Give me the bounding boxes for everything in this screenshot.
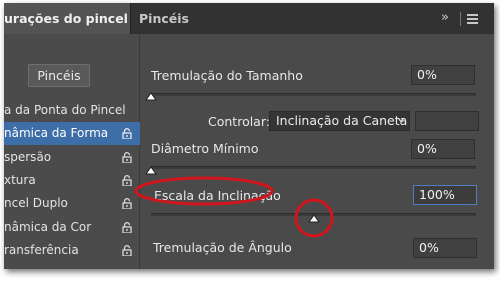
- sidebar: Pincéis a da Ponta do Pincel nâmica da F…: [4, 34, 140, 269]
- control-select[interactable]: Inclinação da Caneta: [269, 111, 410, 131]
- sidebar-item-texture[interactable]: xtura: [4, 169, 140, 192]
- angle-jitter-field[interactable]: 0%: [413, 238, 477, 258]
- tab-brushes[interactable]: Pincéis: [130, 3, 189, 34]
- sidebar-item-label: ncel Duplo: [4, 196, 68, 210]
- control-label: Controlar:: [208, 114, 270, 129]
- sidebar-item-brush-tip-shape[interactable]: a da Ponta do Pincel: [4, 99, 140, 122]
- chevron-down-icon: [397, 117, 405, 123]
- brush-settings-panel: urações do pincel Pincéis » Pincéis a da…: [4, 3, 494, 269]
- lock-icon[interactable]: [122, 175, 132, 186]
- tilt-scale-label: Escala da Inclinação: [154, 188, 281, 203]
- size-jitter-slider[interactable]: [151, 93, 476, 96]
- tab-divider: [460, 12, 461, 26]
- hamburger-menu-icon[interactable]: [467, 14, 478, 26]
- tab-brush-settings[interactable]: urações do pincel: [4, 3, 130, 34]
- sidebar-item-label: nâmica da Cor: [4, 220, 92, 234]
- min-diameter-field[interactable]: 0%: [411, 139, 475, 159]
- lock-icon[interactable]: [122, 198, 132, 209]
- tilt-scale-field[interactable]: 100%: [413, 185, 477, 205]
- sidebar-item-label: xtura: [4, 173, 36, 187]
- sidebar-item-color-dynamics[interactable]: nâmica da Cor: [4, 216, 140, 239]
- sidebar-item-shape-dynamics[interactable]: nâmica da Forma: [4, 122, 140, 145]
- sidebar-item-label: spersão: [4, 150, 52, 164]
- control-value-field[interactable]: [415, 111, 479, 131]
- size-jitter-label: Tremulação do Tamanho: [151, 68, 303, 83]
- lock-icon[interactable]: [122, 152, 132, 163]
- sidebar-item-label: nâmica da Forma: [4, 126, 109, 140]
- min-diameter-slider[interactable]: [151, 166, 476, 169]
- sidebar-item-transfer[interactable]: ransferência: [4, 239, 140, 262]
- brushes-button[interactable]: Pincéis: [28, 64, 90, 87]
- sidebar-item-dual-brush[interactable]: ncel Duplo: [4, 192, 140, 215]
- sidebar-item-label: ransferência: [4, 243, 79, 257]
- sidebar-item-label: a da Ponta do Pincel: [4, 103, 126, 117]
- lock-icon[interactable]: [122, 128, 132, 139]
- settings-main: Tremulação do Tamanho 0% Controlar: Incl…: [141, 34, 494, 269]
- collapse-panel-icon[interactable]: »: [441, 3, 449, 34]
- tab-bar: urações do pincel Pincéis »: [4, 3, 494, 34]
- lock-icon[interactable]: [122, 222, 132, 233]
- lock-icon[interactable]: [122, 245, 132, 256]
- sidebar-item-scattering[interactable]: spersão: [4, 146, 140, 169]
- min-diameter-label: Diâmetro Mínimo: [151, 141, 259, 156]
- size-jitter-field[interactable]: 0%: [411, 65, 475, 85]
- angle-jitter-label: Tremulação de Ângulo: [153, 240, 292, 255]
